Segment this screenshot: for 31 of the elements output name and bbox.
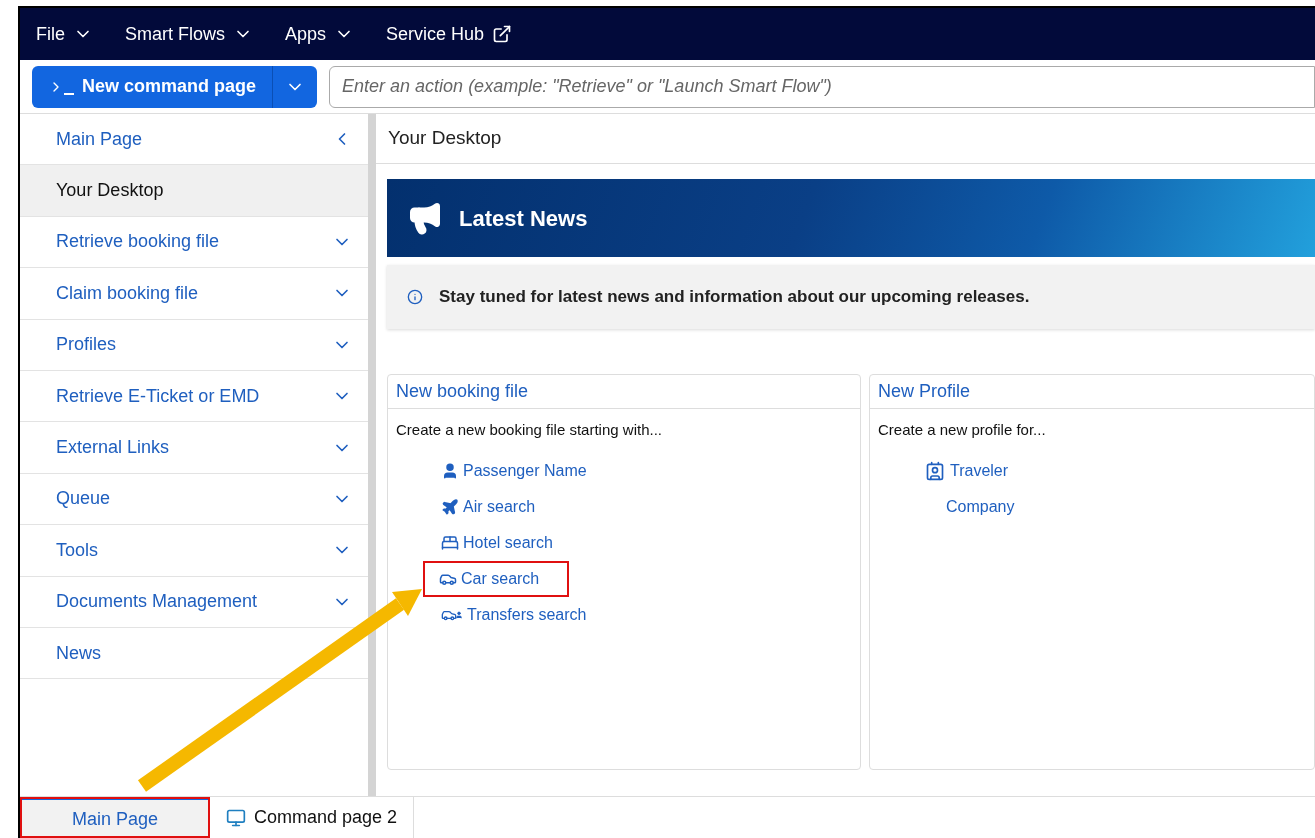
card-link[interactable]: Passenger Name [441,455,587,487]
card-link[interactable]: Air search [441,491,536,523]
scrollbar[interactable] [368,114,376,796]
person-icon [441,462,459,480]
plane-icon [441,498,459,516]
bed-icon [441,534,459,552]
card-title: New Profile [870,375,1314,409]
info-icon [407,289,423,305]
card-link[interactable]: Car search [425,563,568,595]
card-link[interactable]: Company [924,491,1015,523]
menu-item[interactable]: Service Hub [386,20,513,48]
menu-item[interactable]: File [36,20,93,48]
menu-item[interactable]: Smart Flows [125,20,254,48]
id-card-icon [924,461,946,481]
action-input-field[interactable]: Enter an action (example: "Retrieve" or "Launch Smart Flow") [329,65,1315,108]
megaphone-icon [407,200,443,236]
menu-item[interactable]: Apps [285,20,355,48]
sidebar-item[interactable]: Your Desktop [20,165,368,217]
page-tab[interactable]: Main Page [20,797,210,838]
page-tab[interactable]: Command page 2 [210,797,415,838]
page-title: Your Desktop [376,114,1315,164]
external-link-icon [492,24,513,44]
monitor-icon [226,807,246,828]
card-link[interactable]: Traveler [924,455,1009,487]
info-text: Stay tuned for latest news and information about our upcoming releases. [439,286,1030,309]
card-title: New booking file [388,375,860,409]
card-link[interactable]: Transfers search [441,599,587,631]
card-subtitle: Create a new profile for... [877,420,1047,440]
news-title: Latest News [459,204,588,233]
card-link[interactable]: Hotel search [441,527,553,559]
card-subtitle: Create a new booking file starting with... [395,420,663,440]
